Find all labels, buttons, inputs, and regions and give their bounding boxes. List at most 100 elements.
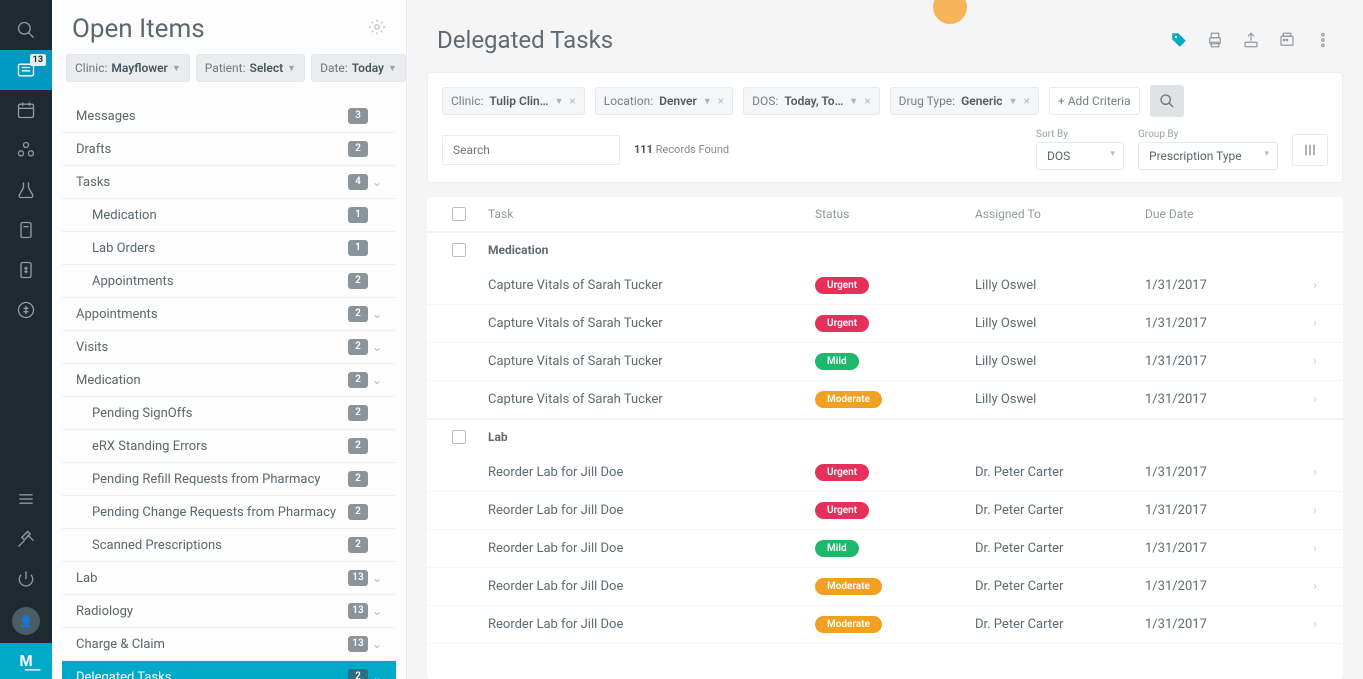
document-icon[interactable]: [0, 210, 52, 250]
apply-search-button[interactable]: [1150, 85, 1184, 117]
sidebar-item[interactable]: Lab 13 ⌄: [62, 562, 396, 595]
table-row[interactable]: Reorder Lab for Jill Doe Mild Dr. Peter …: [427, 530, 1343, 568]
table-row[interactable]: Capture Vitals of Sarah Tucker Urgent Li…: [427, 267, 1343, 305]
sidebar-item[interactable]: Visits 2 ⌄: [62, 331, 396, 364]
sidebar-item-label: Medication: [92, 208, 348, 223]
open-items-panel: Open Items Clinic: Mayflower▼ Patient: S…: [52, 0, 407, 679]
modules-icon[interactable]: [0, 130, 52, 170]
sidebar-item[interactable]: Tasks 4 ⌄: [62, 166, 396, 199]
chevron-down-icon: ⌄: [368, 571, 386, 585]
group-checkbox[interactable]: [452, 430, 466, 444]
chevron-down-icon: ⌄: [368, 604, 386, 618]
status-badge: Mild: [815, 540, 859, 557]
print-icon[interactable]: [1205, 30, 1225, 50]
status-badge: Mild: [815, 353, 859, 370]
sidebar-item[interactable]: eRX Standing Errors 2: [62, 430, 396, 463]
billing-icon[interactable]: [0, 290, 52, 330]
add-criteria-button[interactable]: + Add Criteria: [1049, 87, 1140, 115]
chevron-down-icon: ▼: [703, 96, 712, 107]
sidebar-item-label: Appointments: [76, 307, 348, 322]
close-icon[interactable]: ×: [1024, 94, 1030, 108]
lab-icon[interactable]: [0, 170, 52, 210]
group-checkbox[interactable]: [452, 243, 466, 257]
menu-icon[interactable]: [0, 479, 52, 519]
assigned-to: Dr. Peter Carter: [975, 579, 1145, 594]
invoice-icon[interactable]: [0, 250, 52, 290]
sidebar-item[interactable]: Scanned Prescriptions 2: [62, 529, 396, 562]
sidebar-item[interactable]: Pending SignOffs 2: [62, 397, 396, 430]
export-icon[interactable]: [1241, 30, 1261, 50]
status-badge: Urgent: [815, 315, 869, 332]
power-icon[interactable]: [0, 559, 52, 599]
chevron-right-icon: ›: [1295, 541, 1335, 556]
close-icon[interactable]: ×: [569, 94, 575, 108]
sidebar-item-label: Pending Refill Requests from Pharmacy: [92, 472, 348, 487]
sidebar-item[interactable]: Medication 1: [62, 199, 396, 232]
search-icon[interactable]: [0, 10, 52, 50]
table-row[interactable]: Capture Vitals of Sarah Tucker Mild Lill…: [427, 343, 1343, 381]
sidebar-item[interactable]: Lab Orders 1: [62, 232, 396, 265]
columns-toggle[interactable]: [1292, 134, 1328, 166]
gear-icon[interactable]: [368, 18, 386, 40]
fax-icon[interactable]: [1277, 30, 1297, 50]
sidebar-item[interactable]: Appointments 2: [62, 265, 396, 298]
sidebar-item-count: 2: [348, 273, 368, 289]
sidebar-item[interactable]: Charge & Claim 13 ⌄: [62, 628, 396, 661]
sidebar-item[interactable]: Pending Change Requests from Pharmacy 2: [62, 496, 396, 529]
table-group-header[interactable]: Medication: [427, 232, 1343, 267]
due-date: 1/31/2017: [1145, 579, 1295, 594]
sidebar-item[interactable]: Radiology 13 ⌄: [62, 595, 396, 628]
chevron-right-icon: ›: [1295, 278, 1335, 293]
sidebar-item-count: 2: [348, 669, 368, 679]
sidebar-item[interactable]: Appointments 2 ⌄: [62, 298, 396, 331]
table-row[interactable]: Reorder Lab for Jill Doe Urgent Dr. Pete…: [427, 454, 1343, 492]
calendar-icon[interactable]: [0, 90, 52, 130]
sidebar-item[interactable]: Pending Refill Requests from Pharmacy 2: [62, 463, 396, 496]
criteria-chip[interactable]: Clinic: Tulip Clin…▼×: [442, 87, 585, 115]
sidebar-item-label: Charge & Claim: [76, 637, 348, 652]
sidebar-item-label: Lab Orders: [92, 241, 348, 256]
criteria-chip[interactable]: Drug Type: Generic▼×: [890, 87, 1039, 115]
select-all-checkbox[interactable]: [452, 207, 466, 221]
table-row[interactable]: Capture Vitals of Sarah Tucker Moderate …: [427, 381, 1343, 419]
page-title: Delegated Tasks: [437, 26, 1169, 54]
sidebar-item-label: Medication: [76, 373, 348, 388]
chevron-down-icon: ▼: [172, 63, 181, 74]
sidebar-item-count: 2: [348, 141, 368, 157]
due-date: 1/31/2017: [1145, 278, 1295, 293]
table-header: Task Status Assigned To Due Date: [427, 197, 1343, 232]
chevron-right-icon: ›: [1295, 503, 1335, 518]
sidebar-item[interactable]: Messages 3: [62, 100, 396, 133]
sidebar-item[interactable]: Delegated Tasks 2 ⌄: [62, 661, 396, 679]
patient-filter[interactable]: Patient: Select▼: [196, 54, 305, 82]
sidebar-item-label: Pending SignOffs: [92, 406, 348, 421]
date-filter[interactable]: Date: Today▼: [311, 54, 406, 82]
panel-title: Open Items: [72, 14, 368, 44]
app-logo[interactable]: M͟: [0, 643, 52, 679]
table-row[interactable]: Reorder Lab for Jill Doe Urgent Dr. Pete…: [427, 492, 1343, 530]
table-row[interactable]: Capture Vitals of Sarah Tucker Urgent Li…: [427, 305, 1343, 343]
more-icon[interactable]: [1313, 30, 1333, 50]
settings-icon[interactable]: [0, 519, 52, 559]
open-items-icon[interactable]: 13: [0, 50, 52, 90]
sidebar-item[interactable]: Medication 2 ⌄: [62, 364, 396, 397]
sidebar-item[interactable]: Drafts 2: [62, 133, 396, 166]
sort-by-select[interactable]: DOS: [1036, 142, 1124, 170]
close-icon[interactable]: ×: [864, 94, 870, 108]
criteria-chip[interactable]: Location: Denver▼×: [595, 87, 733, 115]
task-name: Capture Vitals of Sarah Tucker: [483, 278, 815, 293]
chevron-right-icon: ›: [1295, 354, 1335, 369]
group-by-select[interactable]: Prescription Type: [1138, 142, 1278, 170]
avatar[interactable]: 👤: [12, 607, 40, 635]
criteria-chip[interactable]: DOS: Today, To…▼×: [743, 87, 879, 115]
close-icon[interactable]: ×: [718, 94, 724, 108]
search-input[interactable]: [442, 135, 620, 165]
clinic-filter[interactable]: Clinic: Mayflower▼: [66, 54, 190, 82]
due-date: 1/31/2017: [1145, 316, 1295, 331]
due-date: 1/31/2017: [1145, 617, 1295, 632]
table-row[interactable]: Reorder Lab for Jill Doe Moderate Dr. Pe…: [427, 606, 1343, 644]
table-group-header[interactable]: Lab: [427, 419, 1343, 454]
main-content: Delegated Tasks Clinic: Tulip Clin…▼×Loc…: [407, 0, 1363, 679]
table-row[interactable]: Reorder Lab for Jill Doe Moderate Dr. Pe…: [427, 568, 1343, 606]
tag-icon[interactable]: [1169, 30, 1189, 50]
